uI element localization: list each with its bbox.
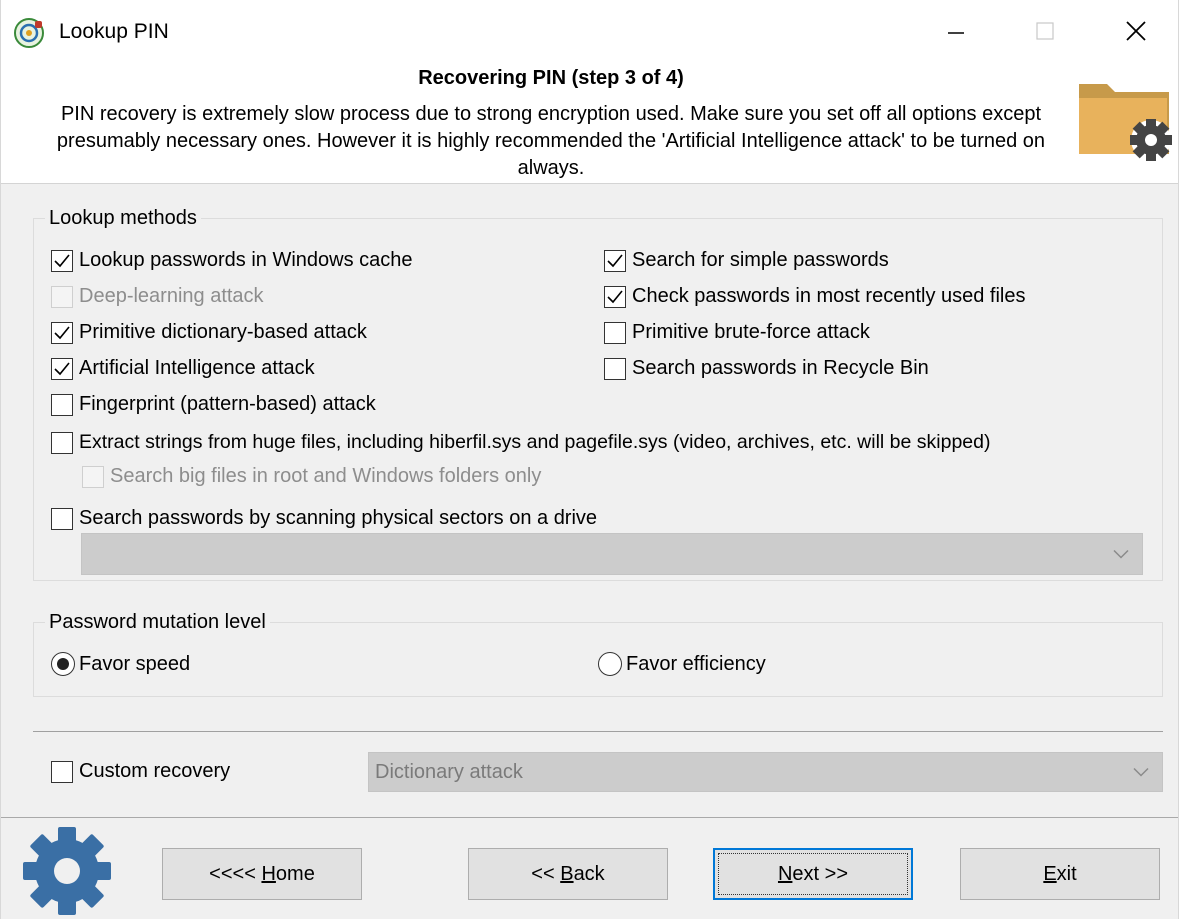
radio-label: Favor efficiency	[626, 652, 766, 675]
checkbox-box[interactable]	[51, 431, 73, 454]
checkbox-box[interactable]	[51, 321, 73, 344]
checkbox-label: Search passwords by scanning physical se…	[79, 507, 598, 529]
simple-passwords-checkbox[interactable]: Search for simple passwords	[604, 249, 889, 272]
maximize-icon	[1035, 21, 1055, 47]
checkbox-box[interactable]	[604, 357, 626, 380]
recent-files-checkbox[interactable]: Check passwords in most recently used fi…	[604, 285, 1026, 308]
checkbox-box[interactable]	[51, 249, 73, 272]
next-button[interactable]: Next >>	[713, 848, 913, 900]
checkbox-label: Search passwords in Recycle Bin	[632, 357, 929, 379]
close-button[interactable]	[1113, 14, 1159, 54]
chevron-down-icon	[1132, 761, 1150, 784]
back-button[interactable]: << Back	[468, 848, 668, 900]
radio-circle[interactable]	[51, 652, 75, 676]
maximize-button[interactable]	[1022, 14, 1068, 54]
favor-speed-radio[interactable]: Favor speed	[51, 652, 190, 676]
deep-learning-checkbox[interactable]: Deep-learning attack	[51, 285, 264, 308]
step-description: PIN recovery is extremely slow process d…	[56, 103, 1046, 179]
close-icon	[1125, 20, 1147, 48]
checkbox-label: Fingerprint (pattern-based) attack	[79, 393, 376, 415]
radio-circle[interactable]	[598, 652, 622, 676]
custom-recovery-select[interactable]: Dictionary attack	[368, 752, 1163, 792]
checkbox-box[interactable]	[51, 760, 73, 783]
physical-sectors-checkbox[interactable]: Search passwords by scanning physical se…	[51, 507, 597, 530]
dictionary-attack-checkbox[interactable]: Primitive dictionary-based attack	[51, 321, 367, 344]
folder-gear-icon	[1077, 78, 1173, 168]
checkbox-label: Primitive brute-force attack	[632, 321, 870, 343]
window-title: Lookup PIN	[59, 20, 169, 43]
custom-recovery-checkbox[interactable]: Custom recovery	[51, 760, 230, 783]
checkbox-box[interactable]	[604, 285, 626, 308]
step-title: Recovering PIN (step 3 of 4)	[418, 67, 684, 89]
checkbox-label: Check passwords in most recently used fi…	[632, 285, 1026, 307]
home-button[interactable]: <<<< Home	[162, 848, 362, 900]
checkbox-box[interactable]	[82, 465, 104, 488]
checkbox-label: Search for simple passwords	[632, 249, 889, 271]
checkbox-label: Extract strings from huge files, includi…	[79, 431, 991, 453]
lookup-windows-cache-checkbox[interactable]: Lookup passwords in Windows cache	[51, 249, 413, 272]
mutation-level-label: Password mutation level	[45, 611, 270, 634]
lookup-methods-label: Lookup methods	[45, 207, 201, 230]
exit-button[interactable]: Exit	[960, 848, 1160, 900]
recycle-bin-checkbox[interactable]: Search passwords in Recycle Bin	[604, 357, 929, 380]
chevron-down-icon	[1112, 543, 1130, 566]
drive-select[interactable]	[81, 533, 1143, 575]
focus-rect	[718, 853, 908, 895]
custom-recovery-select-value: Dictionary attack	[375, 760, 523, 783]
section-divider	[33, 731, 1163, 732]
favor-efficiency-radio[interactable]: Favor efficiency	[598, 652, 766, 676]
checkbox-box[interactable]	[51, 285, 73, 308]
extract-strings-checkbox[interactable]: Extract strings from huge files, includi…	[51, 431, 991, 454]
big-files-root-checkbox[interactable]: Search big files in root and Windows fol…	[82, 465, 541, 488]
checkbox-label: Search big files in root and Windows fol…	[110, 465, 542, 487]
minimize-icon	[946, 21, 966, 47]
checkbox-box[interactable]	[51, 507, 73, 530]
lookup-pin-window: Lookup PIN Recovering PIN (step 3 of 4) …	[0, 0, 1179, 919]
fingerprint-attack-checkbox[interactable]: Fingerprint (pattern-based) attack	[51, 393, 376, 416]
checkbox-box[interactable]	[51, 357, 73, 380]
checkbox-box[interactable]	[604, 249, 626, 272]
checkbox-box[interactable]	[51, 393, 73, 416]
minimize-button[interactable]	[933, 14, 979, 54]
checkbox-label: Artificial Intelligence attack	[79, 357, 315, 379]
title-bar: Lookup PIN	[1, 0, 1178, 62]
radio-label: Favor speed	[79, 652, 191, 675]
checkbox-box[interactable]	[604, 321, 626, 344]
checkbox-label: Deep-learning attack	[79, 285, 264, 307]
app-icon	[13, 17, 45, 49]
checkbox-label: Primitive dictionary-based attack	[79, 321, 367, 343]
gear-icon	[21, 825, 113, 917]
checkbox-label: Custom recovery	[79, 760, 231, 782]
checkbox-label: Lookup passwords in Windows cache	[79, 249, 413, 271]
ai-attack-checkbox[interactable]: Artificial Intelligence attack	[51, 357, 315, 380]
brute-force-checkbox[interactable]: Primitive brute-force attack	[604, 321, 870, 344]
